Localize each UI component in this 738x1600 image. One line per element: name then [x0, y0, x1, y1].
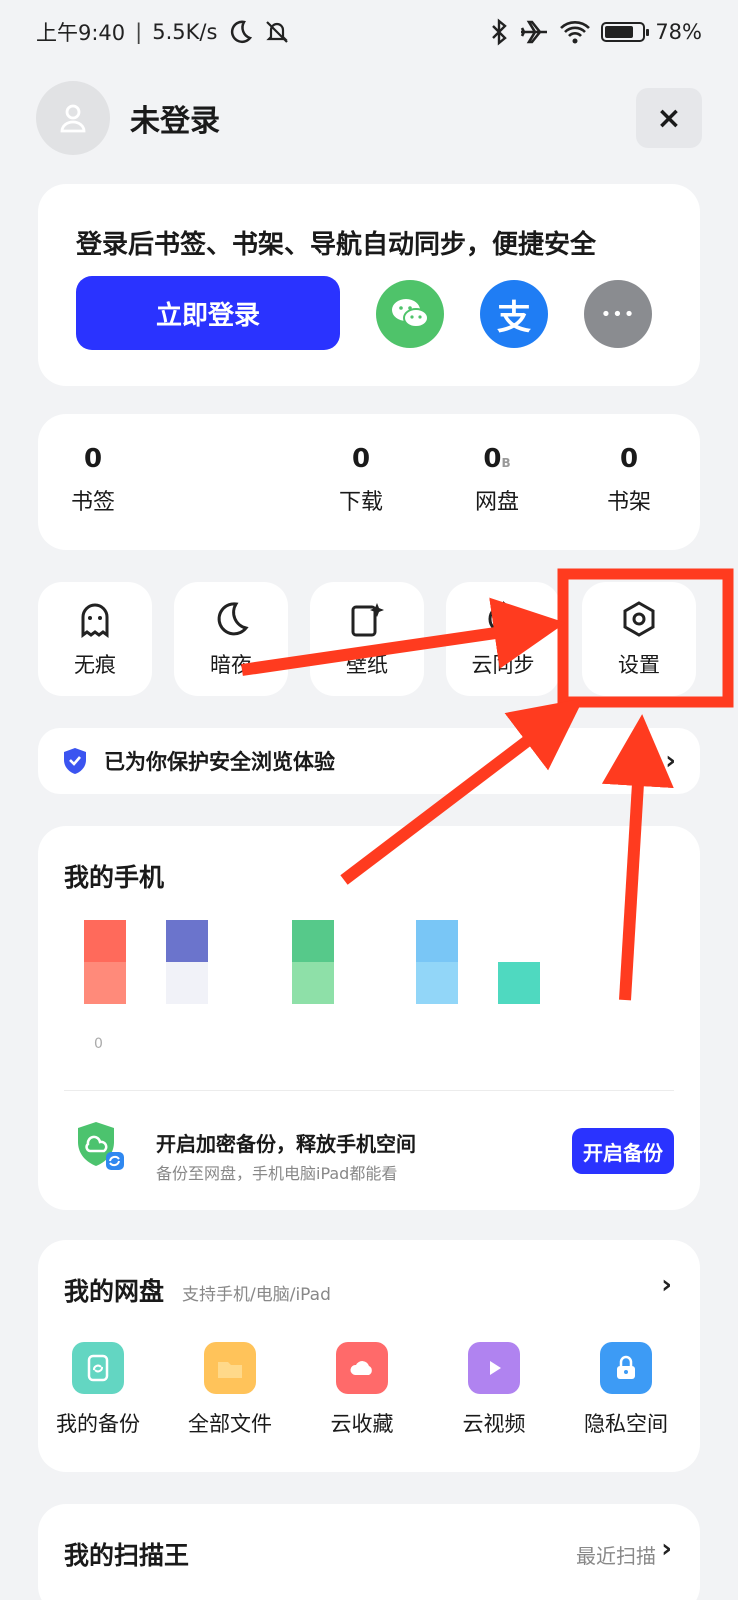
wechat-icon	[392, 299, 429, 328]
ghost-icon	[81, 603, 109, 638]
status-time: 上午9:40	[36, 21, 126, 45]
tile-label: 云同步	[471, 653, 535, 677]
stat-bookshelf[interactable]: 0 书架	[584, 444, 674, 516]
login-hint: 登录后书签、书架、导航自动同步，便捷安全	[76, 230, 597, 260]
backup-icon	[72, 1342, 124, 1394]
stat-value: 0B	[452, 444, 542, 474]
tile-incognito[interactable]: 无痕	[38, 582, 152, 696]
stat-netdisk[interactable]: 0B 网盘	[452, 444, 542, 516]
stats-card: 0 书签 0 下载 0B 网盘 0 书架	[38, 414, 700, 550]
tile-label: 暗夜	[210, 653, 252, 677]
stat-label: 书架	[606, 490, 651, 515]
more-icon: •••	[600, 303, 636, 325]
scanner-card: 我的扫描王 最近扫描 ›	[38, 1504, 700, 1600]
storage-zero-label: 0	[94, 1036, 103, 1052]
bluetooth-icon	[492, 18, 508, 46]
chevron-right-icon[interactable]: ›	[661, 1270, 672, 1300]
stat-bookmarks[interactable]: 0 书签	[48, 444, 138, 516]
gear-icon	[623, 601, 655, 637]
security-bar[interactable]: 已为你保护安全浏览体验 ›	[38, 728, 700, 794]
disk-item-private-space[interactable]: 隐私空间	[566, 1342, 686, 1438]
wallpaper-icon	[351, 603, 384, 637]
moon-icon	[231, 20, 253, 44]
storage-bar-apps[interactable]	[498, 920, 540, 1004]
tile-cloud-sync[interactable]: 云同步	[446, 582, 560, 696]
alipay-login-button[interactable]: 支	[480, 280, 548, 348]
backup-title: 开启加密备份，释放手机空间	[156, 1132, 416, 1156]
folder-icon	[204, 1342, 256, 1394]
tile-wallpaper[interactable]: 壁纸	[310, 582, 424, 696]
status-net-speed: 5.5K/s	[152, 20, 218, 44]
alipay-icon: 支	[497, 297, 531, 338]
disk-item-label: 隐私空间	[584, 1412, 668, 1436]
stat-downloads[interactable]: 0 下载	[316, 444, 406, 516]
storage-bar-documents[interactable]	[416, 920, 458, 1004]
stat-label: 书签	[70, 490, 115, 515]
my-phone-card: 我的手机 0 开启加密备份，释放手机空间 备份至网盘，手机电脑iPad都能看 开…	[38, 826, 700, 1210]
recent-scans-link[interactable]: 最近扫描	[576, 1540, 656, 1569]
status-left: 上午9:40 | 5.5K/s	[36, 17, 291, 47]
storage-bar-audio[interactable]	[292, 920, 334, 1004]
close-button[interactable]: ×	[636, 88, 702, 148]
battery-icon	[601, 22, 650, 42]
status-battery: 78%	[655, 20, 702, 44]
disk-item-label: 全部文件	[188, 1412, 272, 1436]
close-icon: ×	[656, 100, 682, 136]
sync-icon	[488, 601, 518, 634]
disk-item-cloud-favorites[interactable]: 云收藏	[302, 1342, 422, 1438]
cloud-backup-shield-icon	[78, 1122, 124, 1170]
account-header: 未登录 ×	[36, 80, 702, 156]
user-icon	[60, 104, 86, 133]
stat-label: 下载	[338, 490, 383, 515]
disk-item-cloud-video[interactable]: 云视频	[434, 1342, 554, 1438]
stat-value: 0	[619, 444, 639, 474]
tile-night-mode[interactable]: 暗夜	[174, 582, 288, 696]
stat-label: 网盘	[474, 490, 519, 515]
my-disk-title[interactable]: 我的网盘	[64, 1272, 164, 1308]
battery-fill	[605, 26, 634, 38]
tile-label: 无痕	[74, 653, 116, 677]
user-name[interactable]: 未登录	[130, 96, 220, 140]
my-disk-card: 我的网盘 支持手机/电脑/iPad › 我的备份 全部文件 云收藏 云视频 隐私…	[38, 1240, 700, 1472]
storage-bar-photos[interactable]	[84, 920, 126, 1004]
my-phone-title: 我的手机	[64, 863, 165, 892]
mute-icon	[266, 21, 289, 43]
disk-item-all-files[interactable]: 全部文件	[170, 1342, 290, 1438]
wechat-login-button[interactable]	[376, 280, 444, 348]
disk-item-label: 我的备份	[56, 1412, 140, 1436]
disk-item-label: 云收藏	[330, 1412, 394, 1436]
chevron-right-icon[interactable]: ›	[661, 1534, 672, 1564]
backup-subtitle: 备份至网盘，手机电脑iPad都能看	[156, 1164, 398, 1183]
security-text: 已为你保护安全浏览体验	[104, 750, 335, 774]
chevron-right-icon: ›	[665, 746, 676, 776]
tile-label: 壁纸	[346, 653, 388, 677]
stat-value: 0	[351, 444, 371, 474]
stat-number: 0	[483, 444, 502, 474]
moon-icon	[217, 602, 249, 636]
disk-item-backup[interactable]: 我的备份	[38, 1342, 158, 1438]
storage-bar-videos[interactable]	[166, 920, 208, 1004]
cloud-video-icon	[468, 1342, 520, 1394]
stat-value: 0	[83, 444, 103, 474]
avatar[interactable]	[36, 81, 110, 155]
wifi-icon	[560, 21, 591, 44]
stat-unit: B	[501, 456, 511, 470]
lock-icon	[600, 1342, 652, 1394]
divider	[64, 1090, 674, 1091]
enable-backup-button[interactable]: 开启备份	[572, 1128, 674, 1174]
status-bar: 上午9:40 | 5.5K/s 78%	[0, 0, 738, 64]
tile-label: 设置	[618, 653, 660, 677]
shield-icon	[64, 748, 86, 774]
cloud-favorite-icon	[336, 1342, 388, 1394]
login-card: 登录后书签、书架、导航自动同步，便捷安全 立即登录 支 •••	[38, 184, 700, 386]
tile-settings[interactable]: 设置	[582, 582, 696, 696]
status-right: 78%	[489, 18, 702, 46]
status-divider: |	[135, 20, 143, 44]
my-disk-subtitle: 支持手机/电脑/iPad	[182, 1285, 331, 1305]
login-button[interactable]: 立即登录	[76, 276, 340, 350]
scanner-title[interactable]: 我的扫描王	[64, 1536, 189, 1572]
disk-item-label: 云视频	[462, 1412, 526, 1436]
more-login-button[interactable]: •••	[584, 280, 652, 348]
airplane-icon	[521, 20, 548, 44]
